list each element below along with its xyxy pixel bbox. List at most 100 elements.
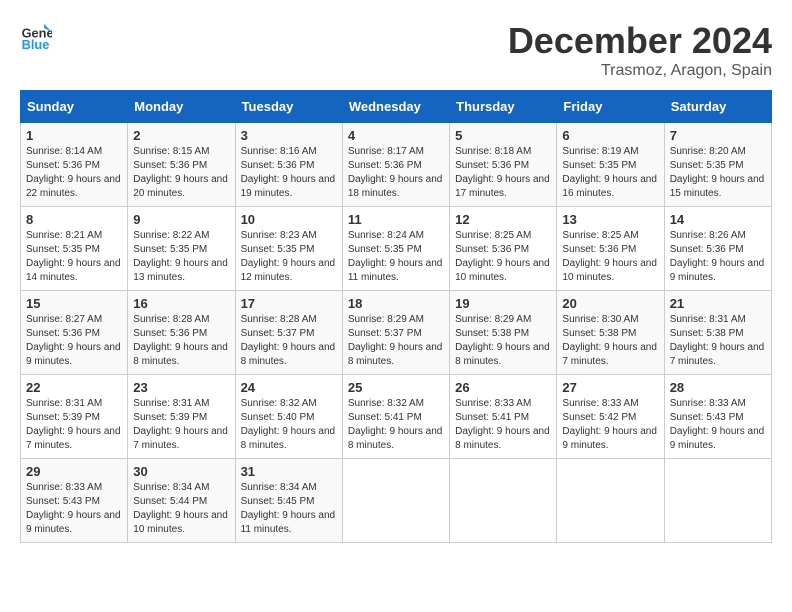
table-row: 23 Sunrise: 8:31 AM Sunset: 5:39 PM Dayl… <box>128 375 235 459</box>
day-number: 20 <box>562 296 658 311</box>
table-row: 14 Sunrise: 8:26 AM Sunset: 5:36 PM Dayl… <box>664 207 771 291</box>
calendar-table: Sunday Monday Tuesday Wednesday Thursday… <box>20 90 772 543</box>
table-row: 10 Sunrise: 8:23 AM Sunset: 5:35 PM Dayl… <box>235 207 342 291</box>
day-info: Sunrise: 8:20 AM Sunset: 5:35 PM Dayligh… <box>670 145 766 201</box>
day-info: Sunrise: 8:25 AM Sunset: 5:36 PM Dayligh… <box>455 229 551 285</box>
day-number: 17 <box>241 296 337 311</box>
day-info: Sunrise: 8:15 AM Sunset: 5:36 PM Dayligh… <box>133 145 229 201</box>
day-info: Sunrise: 8:28 AM Sunset: 5:36 PM Dayligh… <box>133 313 229 369</box>
day-number: 29 <box>26 464 122 479</box>
table-row: 7 Sunrise: 8:20 AM Sunset: 5:35 PM Dayli… <box>664 123 771 207</box>
table-row: 15 Sunrise: 8:27 AM Sunset: 5:36 PM Dayl… <box>21 291 128 375</box>
day-number: 19 <box>455 296 551 311</box>
day-number: 30 <box>133 464 229 479</box>
day-info: Sunrise: 8:32 AM Sunset: 5:40 PM Dayligh… <box>241 397 337 453</box>
table-row: 22 Sunrise: 8:31 AM Sunset: 5:39 PM Dayl… <box>21 375 128 459</box>
table-row: 26 Sunrise: 8:33 AM Sunset: 5:41 PM Dayl… <box>450 375 557 459</box>
day-number: 24 <box>241 380 337 395</box>
day-info: Sunrise: 8:34 AM Sunset: 5:44 PM Dayligh… <box>133 481 229 537</box>
table-row: 31 Sunrise: 8:34 AM Sunset: 5:45 PM Dayl… <box>235 459 342 543</box>
day-info: Sunrise: 8:26 AM Sunset: 5:36 PM Dayligh… <box>670 229 766 285</box>
svg-text:Blue: Blue <box>22 37 50 52</box>
day-info: Sunrise: 8:18 AM Sunset: 5:36 PM Dayligh… <box>455 145 551 201</box>
page-header: General Blue December 2024 Trasmoz, Arag… <box>20 20 772 80</box>
day-info: Sunrise: 8:17 AM Sunset: 5:36 PM Dayligh… <box>348 145 444 201</box>
day-number: 2 <box>133 128 229 143</box>
table-row: 1 Sunrise: 8:14 AM Sunset: 5:36 PM Dayli… <box>21 123 128 207</box>
table-row: 17 Sunrise: 8:28 AM Sunset: 5:37 PM Dayl… <box>235 291 342 375</box>
day-info: Sunrise: 8:28 AM Sunset: 5:37 PM Dayligh… <box>241 313 337 369</box>
day-number: 5 <box>455 128 551 143</box>
calendar-week-4: 22 Sunrise: 8:31 AM Sunset: 5:39 PM Dayl… <box>21 375 772 459</box>
day-info: Sunrise: 8:31 AM Sunset: 5:39 PM Dayligh… <box>26 397 122 453</box>
table-row: 8 Sunrise: 8:21 AM Sunset: 5:35 PM Dayli… <box>21 207 128 291</box>
table-row: 19 Sunrise: 8:29 AM Sunset: 5:38 PM Dayl… <box>450 291 557 375</box>
logo: General Blue <box>20 20 52 52</box>
day-number: 27 <box>562 380 658 395</box>
col-saturday: Saturday <box>664 91 771 123</box>
table-row <box>557 459 664 543</box>
day-number: 7 <box>670 128 766 143</box>
day-number: 28 <box>670 380 766 395</box>
table-row: 28 Sunrise: 8:33 AM Sunset: 5:43 PM Dayl… <box>664 375 771 459</box>
day-number: 16 <box>133 296 229 311</box>
table-row: 3 Sunrise: 8:16 AM Sunset: 5:36 PM Dayli… <box>235 123 342 207</box>
day-info: Sunrise: 8:14 AM Sunset: 5:36 PM Dayligh… <box>26 145 122 201</box>
table-row: 9 Sunrise: 8:22 AM Sunset: 5:35 PM Dayli… <box>128 207 235 291</box>
day-info: Sunrise: 8:29 AM Sunset: 5:38 PM Dayligh… <box>455 313 551 369</box>
day-info: Sunrise: 8:25 AM Sunset: 5:36 PM Dayligh… <box>562 229 658 285</box>
location-title: Trasmoz, Aragon, Spain <box>508 62 772 80</box>
day-number: 26 <box>455 380 551 395</box>
table-row <box>450 459 557 543</box>
table-row: 21 Sunrise: 8:31 AM Sunset: 5:38 PM Dayl… <box>664 291 771 375</box>
header-row: Sunday Monday Tuesday Wednesday Thursday… <box>21 91 772 123</box>
calendar-week-1: 1 Sunrise: 8:14 AM Sunset: 5:36 PM Dayli… <box>21 123 772 207</box>
day-number: 22 <box>26 380 122 395</box>
table-row: 16 Sunrise: 8:28 AM Sunset: 5:36 PM Dayl… <box>128 291 235 375</box>
day-number: 14 <box>670 212 766 227</box>
table-row: 25 Sunrise: 8:32 AM Sunset: 5:41 PM Dayl… <box>342 375 449 459</box>
title-area: December 2024 Trasmoz, Aragon, Spain <box>508 20 772 80</box>
table-row <box>342 459 449 543</box>
col-thursday: Thursday <box>450 91 557 123</box>
col-sunday: Sunday <box>21 91 128 123</box>
table-row: 13 Sunrise: 8:25 AM Sunset: 5:36 PM Dayl… <box>557 207 664 291</box>
day-info: Sunrise: 8:33 AM Sunset: 5:43 PM Dayligh… <box>26 481 122 537</box>
day-info: Sunrise: 8:31 AM Sunset: 5:39 PM Dayligh… <box>133 397 229 453</box>
table-row: 24 Sunrise: 8:32 AM Sunset: 5:40 PM Dayl… <box>235 375 342 459</box>
day-info: Sunrise: 8:19 AM Sunset: 5:35 PM Dayligh… <box>562 145 658 201</box>
table-row: 6 Sunrise: 8:19 AM Sunset: 5:35 PM Dayli… <box>557 123 664 207</box>
col-friday: Friday <box>557 91 664 123</box>
table-row: 20 Sunrise: 8:30 AM Sunset: 5:38 PM Dayl… <box>557 291 664 375</box>
day-number: 3 <box>241 128 337 143</box>
day-info: Sunrise: 8:31 AM Sunset: 5:38 PM Dayligh… <box>670 313 766 369</box>
col-wednesday: Wednesday <box>342 91 449 123</box>
calendar-week-2: 8 Sunrise: 8:21 AM Sunset: 5:35 PM Dayli… <box>21 207 772 291</box>
day-number: 4 <box>348 128 444 143</box>
table-row: 2 Sunrise: 8:15 AM Sunset: 5:36 PM Dayli… <box>128 123 235 207</box>
day-number: 10 <box>241 212 337 227</box>
day-number: 13 <box>562 212 658 227</box>
table-row: 29 Sunrise: 8:33 AM Sunset: 5:43 PM Dayl… <box>21 459 128 543</box>
day-number: 23 <box>133 380 229 395</box>
table-row: 4 Sunrise: 8:17 AM Sunset: 5:36 PM Dayli… <box>342 123 449 207</box>
table-row: 11 Sunrise: 8:24 AM Sunset: 5:35 PM Dayl… <box>342 207 449 291</box>
day-number: 15 <box>26 296 122 311</box>
calendar-week-3: 15 Sunrise: 8:27 AM Sunset: 5:36 PM Dayl… <box>21 291 772 375</box>
day-number: 8 <box>26 212 122 227</box>
table-row: 18 Sunrise: 8:29 AM Sunset: 5:37 PM Dayl… <box>342 291 449 375</box>
day-number: 31 <box>241 464 337 479</box>
day-info: Sunrise: 8:34 AM Sunset: 5:45 PM Dayligh… <box>241 481 337 537</box>
day-info: Sunrise: 8:16 AM Sunset: 5:36 PM Dayligh… <box>241 145 337 201</box>
day-info: Sunrise: 8:24 AM Sunset: 5:35 PM Dayligh… <box>348 229 444 285</box>
table-row: 27 Sunrise: 8:33 AM Sunset: 5:42 PM Dayl… <box>557 375 664 459</box>
table-row: 5 Sunrise: 8:18 AM Sunset: 5:36 PM Dayli… <box>450 123 557 207</box>
day-number: 9 <box>133 212 229 227</box>
day-info: Sunrise: 8:29 AM Sunset: 5:37 PM Dayligh… <box>348 313 444 369</box>
calendar-week-5: 29 Sunrise: 8:33 AM Sunset: 5:43 PM Dayl… <box>21 459 772 543</box>
day-info: Sunrise: 8:32 AM Sunset: 5:41 PM Dayligh… <box>348 397 444 453</box>
table-row: 12 Sunrise: 8:25 AM Sunset: 5:36 PM Dayl… <box>450 207 557 291</box>
col-tuesday: Tuesday <box>235 91 342 123</box>
day-info: Sunrise: 8:23 AM Sunset: 5:35 PM Dayligh… <box>241 229 337 285</box>
day-number: 18 <box>348 296 444 311</box>
